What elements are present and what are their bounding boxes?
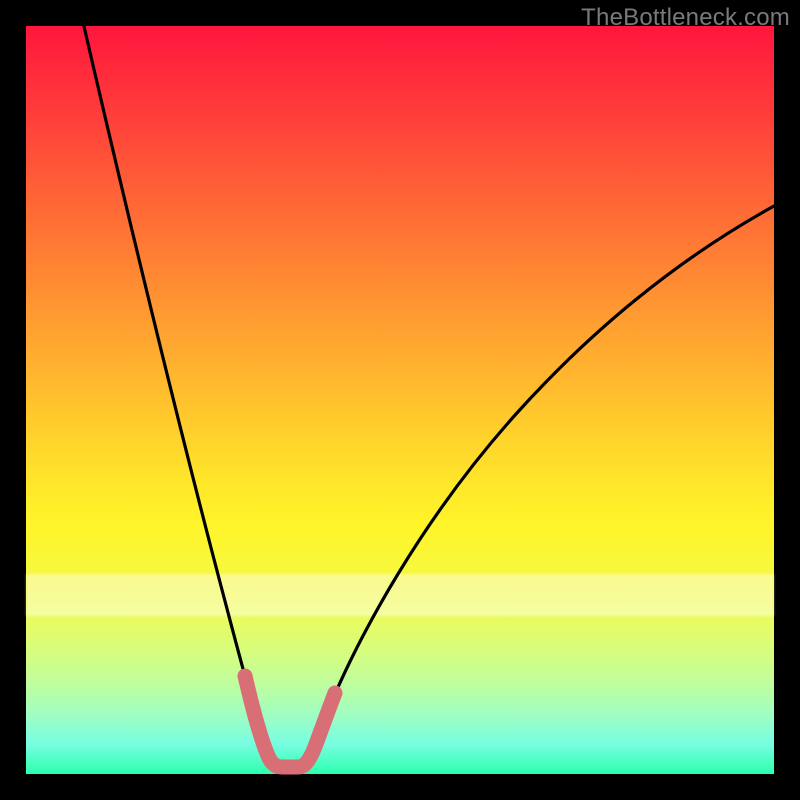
highlight-path bbox=[245, 676, 335, 767]
watermark-text: TheBottleneck.com bbox=[581, 4, 790, 32]
bottleneck-curve bbox=[26, 26, 774, 774]
plot-area bbox=[26, 26, 774, 774]
curve-path bbox=[77, 0, 774, 765]
